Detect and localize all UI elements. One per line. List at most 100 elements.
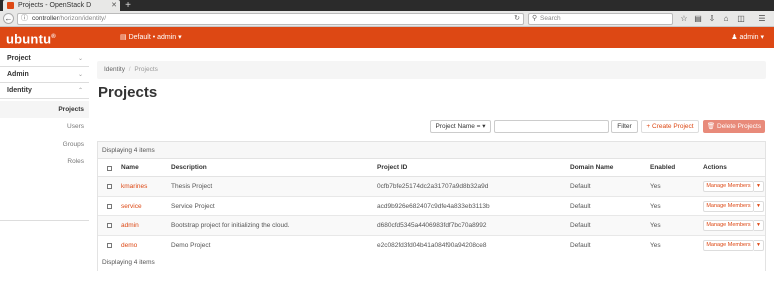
- delete-projects-label: Delete Projects: [717, 123, 762, 130]
- star-icon[interactable]: ☆: [678, 13, 690, 25]
- sidebar-section-label: Identity: [7, 87, 32, 94]
- actions-dropdown-caret-icon[interactable]: ▼: [754, 220, 764, 231]
- download-icon[interactable]: ⇩: [706, 13, 718, 25]
- column-header-name[interactable]: Name: [121, 159, 139, 177]
- url-bar[interactable]: ⓘ controller/horizon/identity/ ↻: [17, 13, 524, 25]
- column-header-actions: Actions: [703, 164, 727, 171]
- project-selector-icon: ▤: [120, 34, 127, 41]
- project-selector-label: Default • admin ▾: [128, 34, 182, 41]
- filter-button[interactable]: Filter: [611, 120, 638, 133]
- actions-dropdown-caret-icon[interactable]: ▼: [754, 200, 764, 212]
- domain-name: Default: [570, 241, 591, 249]
- menu-icon[interactable]: ☰: [756, 13, 768, 25]
- sidebar-item-users[interactable]: Users: [0, 118, 89, 135]
- site-info-icon[interactable]: ⓘ: [21, 14, 28, 24]
- chevron-down-icon: ⌄: [77, 72, 83, 78]
- sidebar-item-projects[interactable]: Projects: [0, 101, 89, 118]
- back-arrow-icon[interactable]: ←: [3, 13, 14, 24]
- reading-list-icon[interactable]: ▤: [692, 13, 704, 25]
- project-description: Demo Project: [171, 241, 211, 249]
- domain-name: Default: [570, 202, 591, 210]
- sidebar-section-admin[interactable]: Admin ⌄: [0, 67, 89, 83]
- user-icon: ♟: [731, 34, 738, 41]
- home-icon[interactable]: ⌂: [720, 13, 732, 25]
- chevron-down-icon: ⌄: [77, 56, 83, 62]
- browser-tab[interactable]: Projects - OpenStack D ✕: [3, 0, 120, 11]
- browser-search-input[interactable]: ⚲ Search: [528, 13, 673, 25]
- project-description: Service Project: [171, 202, 215, 210]
- project-id: acd9b926e682407c9dfe4a833eb3113b: [377, 202, 490, 210]
- project-id: 0cfb7bfe25174dc2a31707a9d8b32a9d: [377, 183, 489, 190]
- project-name-link[interactable]: service: [121, 197, 142, 216]
- item-count-bottom: Displaying 4 items: [98, 254, 765, 271]
- page-title: Projects: [98, 84, 158, 101]
- table-row: admin Bootstrap project for initializing…: [98, 216, 765, 236]
- filter-input[interactable]: [494, 120, 609, 133]
- url-host: controller: [32, 15, 59, 22]
- column-header-domain-name[interactable]: Domain Name: [570, 159, 613, 177]
- table-row: service Service Project acd9b926e682407c…: [98, 197, 765, 216]
- table-row: demo Demo Project e2c082fd3fd04b41a084f9…: [98, 236, 765, 255]
- sidebar-section-project[interactable]: Project ⌄: [0, 51, 89, 67]
- sidebar-item-roles[interactable]: Roles: [0, 153, 89, 170]
- project-description: Bootstrap project for initializing the c…: [171, 222, 290, 229]
- select-all-checkbox[interactable]: [107, 165, 112, 171]
- manage-members-button[interactable]: Manage Members: [703, 220, 754, 231]
- enabled-status: Yes: [650, 202, 661, 210]
- url-path: /horizon/identity/: [58, 15, 107, 22]
- enabled-status: Yes: [650, 241, 661, 249]
- new-tab-button[interactable]: +: [122, 0, 134, 11]
- enabled-status: Yes: [650, 222, 661, 229]
- item-count-top: Displaying 4 items: [98, 142, 765, 159]
- manage-members-button[interactable]: Manage Members: [703, 239, 754, 251]
- project-name-link[interactable]: kmarines: [121, 177, 147, 196]
- project-name-link[interactable]: demo: [121, 236, 137, 255]
- browser-tab-title: Projects - OpenStack D: [18, 2, 92, 9]
- create-project-button[interactable]: + Create Project: [641, 120, 699, 133]
- actions-dropdown-caret-icon[interactable]: ▼: [754, 239, 764, 251]
- actions-dropdown-caret-icon[interactable]: ▼: [754, 181, 764, 192]
- tab-close-icon[interactable]: ✕: [111, 0, 117, 11]
- project-name-link[interactable]: admin: [121, 216, 139, 235]
- user-menu[interactable]: ♟ admin ▾: [731, 27, 764, 48]
- browser-tab-bar: Projects - OpenStack D ✕ +: [0, 0, 774, 11]
- filter-field-select[interactable]: Project Name = ▾: [430, 120, 491, 133]
- row-checkbox[interactable]: [107, 184, 112, 189]
- logo-mark: ®: [51, 34, 56, 40]
- projects-table: Displaying 4 items Name Description Proj…: [97, 141, 766, 271]
- reload-icon[interactable]: ↻: [514, 14, 520, 24]
- sidebar-section-label: Project: [7, 55, 31, 62]
- search-icon: ⚲: [532, 15, 538, 22]
- sidebar-section-label: Admin: [7, 71, 29, 78]
- column-header-enabled[interactable]: Enabled: [650, 159, 675, 177]
- sidebar-item-groups[interactable]: Groups: [0, 136, 89, 153]
- sidebar-section-identity[interactable]: Identity ⌃: [0, 83, 89, 99]
- row-checkbox[interactable]: [107, 223, 112, 228]
- breadcrumb-separator: /: [128, 66, 131, 73]
- column-header-description[interactable]: Description: [171, 159, 207, 177]
- search-placeholder: Search: [540, 15, 561, 22]
- pocket-icon[interactable]: ◫: [735, 13, 747, 25]
- manage-members-button[interactable]: Manage Members: [703, 200, 754, 212]
- domain-name: Default: [570, 183, 591, 190]
- row-checkbox[interactable]: [107, 203, 112, 209]
- ubuntu-logo[interactable]: ubuntu®: [6, 28, 56, 48]
- app-header: ubuntu® ▤ Default • admin ▾ ♟ admin ▾: [0, 27, 774, 48]
- project-description: Thesis Project: [171, 183, 213, 190]
- table-row: kmarines Thesis Project 0cfb7bfe25174dc2…: [98, 177, 765, 197]
- column-header-project-id[interactable]: Project ID: [377, 159, 407, 177]
- domain-name: Default: [570, 222, 591, 229]
- openstack-favicon-icon: [7, 2, 14, 9]
- breadcrumb-projects: Projects: [134, 66, 158, 73]
- browser-nav-bar: ← ⓘ controller/horizon/identity/ ↻ ⚲ Sea…: [0, 11, 774, 27]
- table-header: Name Description Project ID Domain Name …: [98, 159, 765, 177]
- sidebar-divider: [0, 220, 89, 221]
- trash-icon: 🗑: [706, 123, 716, 130]
- project-id: e2c082fd3fd04b41a084f90a94208ce8: [377, 241, 487, 249]
- manage-members-button[interactable]: Manage Members: [703, 181, 754, 192]
- row-checkbox[interactable]: [107, 242, 112, 248]
- breadcrumb: Identity / Projects: [97, 61, 766, 79]
- project-selector[interactable]: ▤ Default • admin ▾: [120, 27, 182, 48]
- delete-projects-button[interactable]: 🗑 Delete Projects: [703, 120, 765, 133]
- breadcrumb-identity[interactable]: Identity: [104, 66, 125, 73]
